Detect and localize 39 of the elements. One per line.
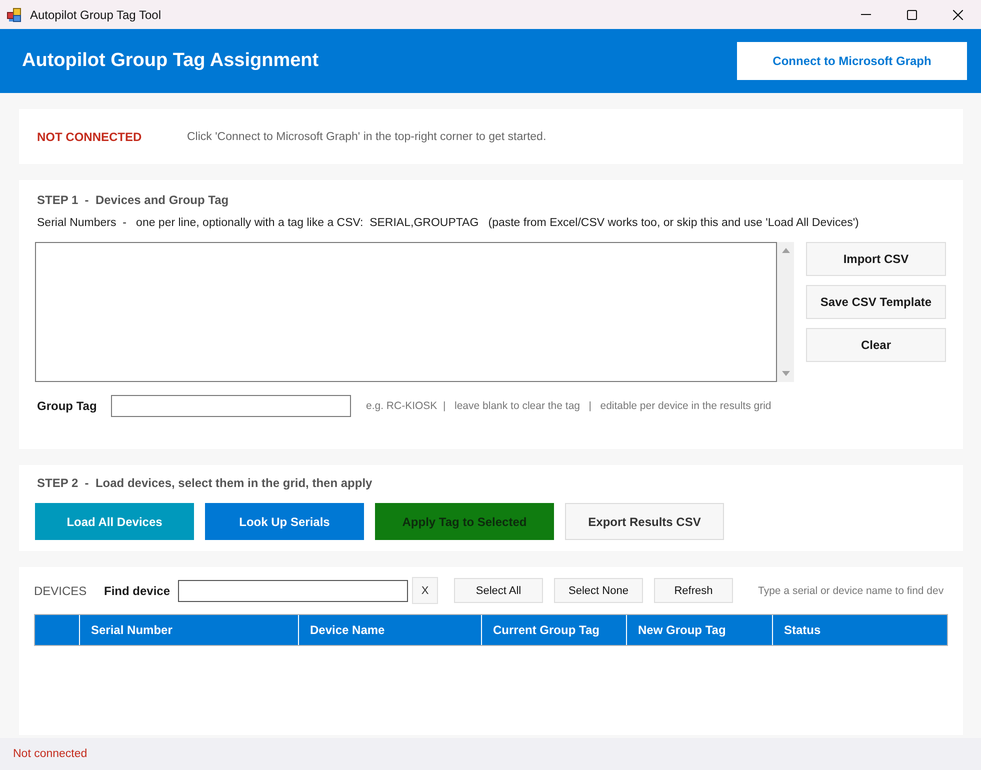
- status-bar-text: Not connected: [13, 748, 88, 760]
- scroll-up-icon[interactable]: [782, 248, 790, 253]
- close-icon: [953, 10, 963, 20]
- column-header[interactable]: New Group Tag: [627, 615, 773, 645]
- column-header[interactable]: Current Group Tag: [482, 615, 627, 645]
- app-icon: [7, 8, 21, 22]
- section-title: STEP 2 - Load devices, select them in the grid, then apply: [37, 476, 374, 490]
- column-header[interactable]: Device Name: [299, 615, 482, 645]
- action-button[interactable]: Look Up Serials: [205, 503, 364, 540]
- section-title: STEP 1 - Devices and Group Tag: [37, 193, 230, 207]
- maximize-icon: [907, 10, 917, 20]
- action-button[interactable]: Save CSV Template: [806, 285, 946, 319]
- connect-button[interactable]: Connect to Microsoft Graph: [737, 42, 967, 80]
- action-button[interactable]: Clear: [806, 328, 946, 362]
- scrollbar[interactable]: [777, 242, 794, 382]
- search-hint: Type a serial or device name to find dev: [758, 584, 944, 596]
- clear-search-button[interactable]: X: [412, 577, 438, 604]
- devices-title: DEVICES: [34, 584, 88, 598]
- app-heading: Autopilot Group Tag Assignment: [22, 50, 319, 72]
- group-tag-hint: e.g. RC-KIOSK | leave blank to clear the tag | editable per device in the results grid: [366, 400, 772, 412]
- column-header[interactable]: Serial Number: [80, 615, 299, 645]
- action-button[interactable]: Import CSV: [806, 242, 946, 276]
- action-button[interactable]: Load All Devices: [35, 503, 194, 540]
- serial-numbers-field[interactable]: [35, 242, 778, 382]
- connection-status: NOT CONNECTED: [37, 130, 143, 144]
- grid-button[interactable]: Select None: [554, 578, 643, 603]
- grid-button[interactable]: Select All: [454, 578, 543, 603]
- serial-numbers-label: Serial Numbers - one per line, optionally with a tag like a CSV: SERIAL,GROUPTAG (paste from Excel/CSV works too, or skip this and use 'Load All Devices'): [37, 217, 860, 229]
- grid-button[interactable]: Refresh: [654, 578, 733, 603]
- action-button[interactable]: Export Results CSV: [565, 503, 724, 540]
- column-header[interactable]: Status: [773, 615, 947, 645]
- group-tag-field[interactable]: [111, 395, 351, 417]
- scroll-down-icon[interactable]: [782, 371, 790, 376]
- find-device-label: Find device: [104, 584, 172, 598]
- minimize-icon: [861, 14, 871, 15]
- find-device-field[interactable]: [178, 580, 408, 602]
- window-title: Autopilot Group Tag Tool: [30, 8, 161, 22]
- group-tag-label: Group Tag: [37, 399, 98, 413]
- status-message: Click 'Connect to Microsoft Graph' in the top-right corner to get started.: [187, 130, 546, 142]
